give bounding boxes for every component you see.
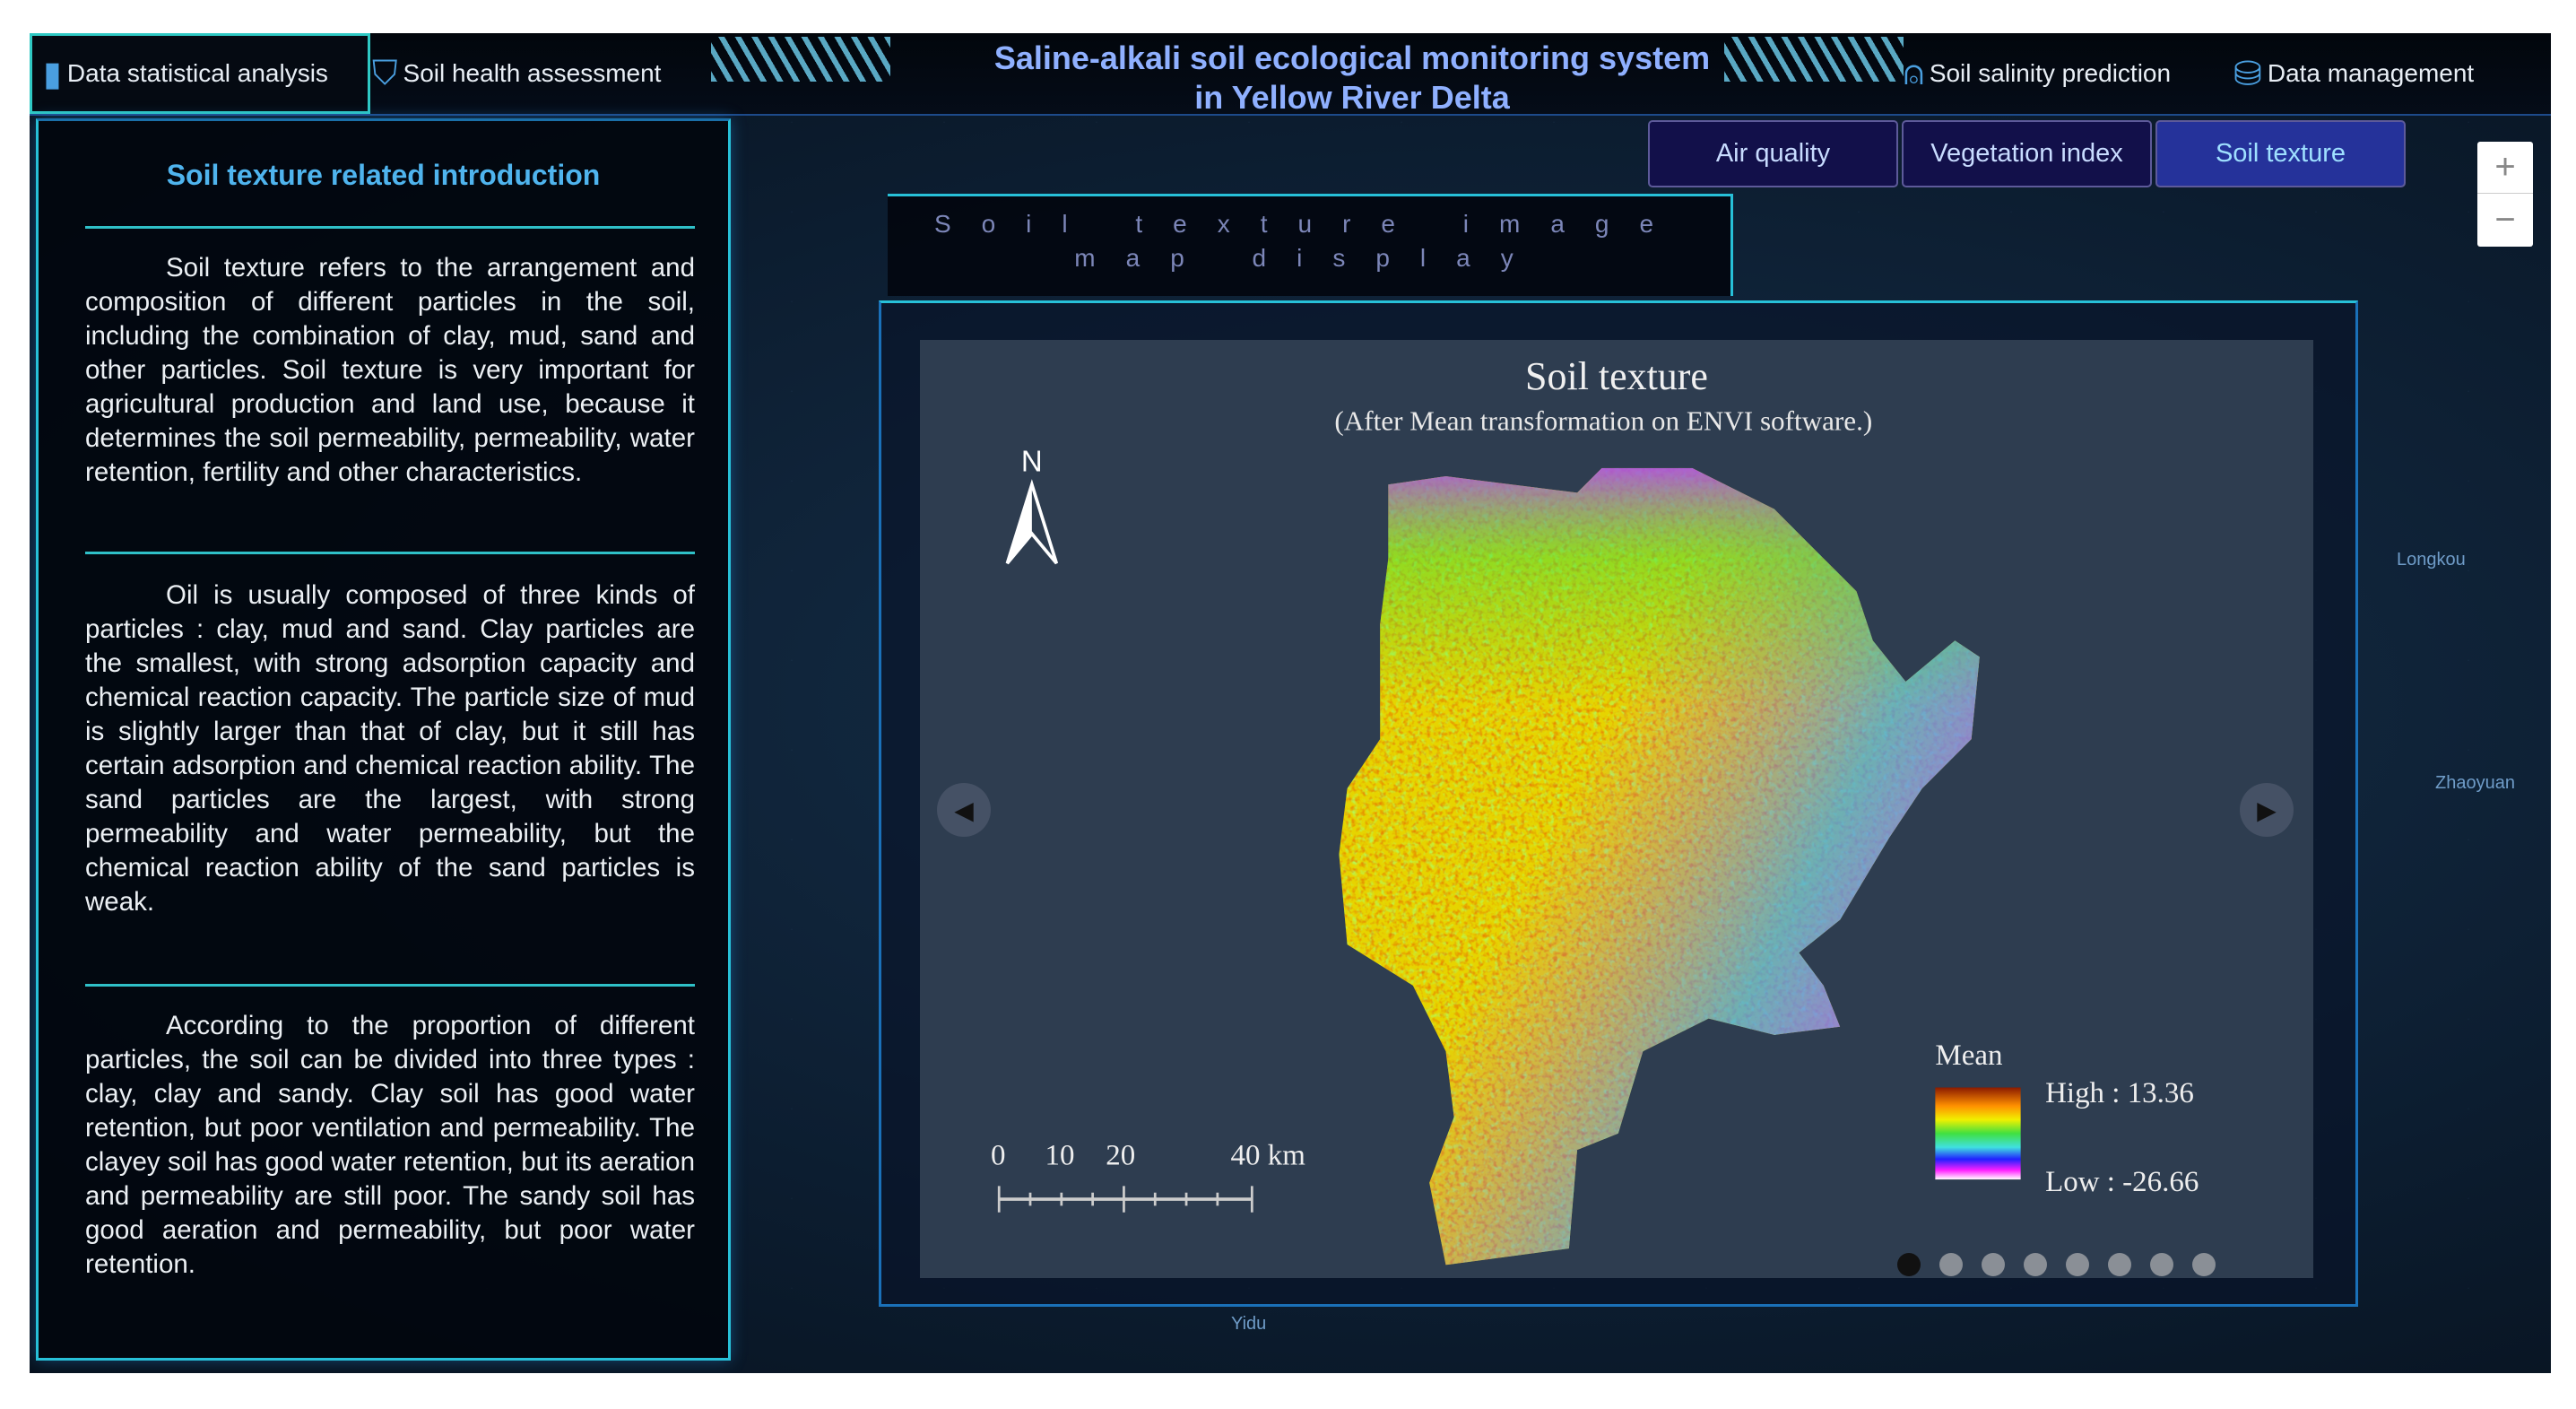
legend-title: Mean xyxy=(1935,1039,2002,1072)
scale-label: 40 km xyxy=(1231,1140,1306,1172)
north-label: N xyxy=(1021,445,1043,478)
tab-vegetation-index[interactable]: Vegetation index xyxy=(1902,120,2152,187)
nav-soil-salinity-prediction[interactable]: ⍝ Soil salinity prediction xyxy=(1904,33,2171,114)
decor-stripes xyxy=(711,37,890,82)
nav-data-statistical-analysis[interactable]: ▮ Data statistical analysis xyxy=(30,33,370,114)
alarm-icon: ⍝ xyxy=(1904,54,1924,92)
map-display-title: Soil texture image map display xyxy=(933,210,1685,272)
map-svg: Soil texture (After Mean transformation … xyxy=(991,354,2199,1265)
scale-label: 10 xyxy=(1045,1140,1075,1172)
soil-texture-map-image: Soil texture (After Mean transformation … xyxy=(920,340,2313,1278)
carousel-dot[interactable] xyxy=(2024,1253,2047,1276)
intro-paragraph: Soil texture refers to the arrangement a… xyxy=(85,253,695,487)
bar-chart-icon: ▮ xyxy=(43,55,62,93)
tab-soil-texture[interactable]: Soil texture xyxy=(2155,120,2406,187)
database-icon: ⛁ xyxy=(2233,55,2262,93)
carousel-dot[interactable] xyxy=(1982,1253,2005,1276)
scale-bar: 0 10 20 40 km xyxy=(991,1140,1305,1213)
panel-title: Soil texture related introduction xyxy=(166,159,601,191)
nav-data-management[interactable]: ⛁ Data management xyxy=(2233,33,2474,114)
page-title: Saline-alkali soil ecological monitoring… xyxy=(881,39,1823,117)
carousel-dot[interactable] xyxy=(2192,1253,2216,1276)
title-line-1: Saline-alkali soil ecological monitoring… xyxy=(993,39,1711,76)
map-title: Soil texture xyxy=(1525,354,1708,398)
scale-label: 20 xyxy=(1106,1140,1135,1172)
carousel-next-button[interactable]: ▶ xyxy=(2240,783,2294,837)
legend-color-ramp xyxy=(1935,1087,2021,1180)
carousel-prev-button[interactable]: ◀ xyxy=(937,783,991,837)
zoom-out-button[interactable]: − xyxy=(2477,194,2533,246)
intro-panel: Soil texture related introduction Soil t… xyxy=(36,118,731,1361)
divider xyxy=(85,984,695,987)
nav-label: Soil health assessment xyxy=(403,59,662,87)
zoom-control: + − xyxy=(2477,142,2533,247)
city-label: Yidu xyxy=(1231,1314,1267,1334)
carousel-dot[interactable] xyxy=(1897,1253,1921,1276)
tab-air-quality[interactable]: Air quality xyxy=(1648,120,1898,187)
divider xyxy=(85,226,695,229)
map-display-heading: Soil texture image map display xyxy=(888,194,1733,296)
divider xyxy=(85,552,695,554)
carousel-dot[interactable] xyxy=(1939,1253,1963,1276)
intro-paragraph: Oil is usually composed of three kinds o… xyxy=(85,580,695,917)
intro-paragraph: According to the proportion of different… xyxy=(85,1011,695,1279)
delta-region xyxy=(1339,467,1980,1265)
carousel-dot[interactable] xyxy=(2150,1253,2173,1276)
nav-soil-health-assessment[interactable]: ⛉ Soil health assessment xyxy=(372,33,661,114)
map-subtitle: (After Mean transformation on ENVI softw… xyxy=(1334,405,1872,437)
carousel-dot[interactable] xyxy=(2108,1253,2131,1276)
title-line-2: in Yellow River Delta xyxy=(1194,79,1510,116)
decor-stripes xyxy=(1724,37,1904,82)
nav-label: Soil salinity prediction xyxy=(1929,59,2172,87)
shield-icon: ⛉ xyxy=(372,54,398,92)
legend-high: High : 13.36 xyxy=(2045,1077,2194,1109)
scale-label: 0 xyxy=(991,1140,1005,1172)
legend-low: Low : -26.66 xyxy=(2045,1166,2199,1198)
nav-label: Data management xyxy=(2267,59,2475,87)
nav-label: Data statistical analysis xyxy=(66,59,328,87)
city-label: Longkou xyxy=(2397,550,2466,570)
city-label: Zhaoyuan xyxy=(2435,773,2515,793)
carousel-dot[interactable] xyxy=(2066,1253,2089,1276)
zoom-in-button[interactable]: + xyxy=(2477,142,2533,194)
header: ▮ Data statistical analysis ⛉ Soil health … xyxy=(30,33,2551,116)
